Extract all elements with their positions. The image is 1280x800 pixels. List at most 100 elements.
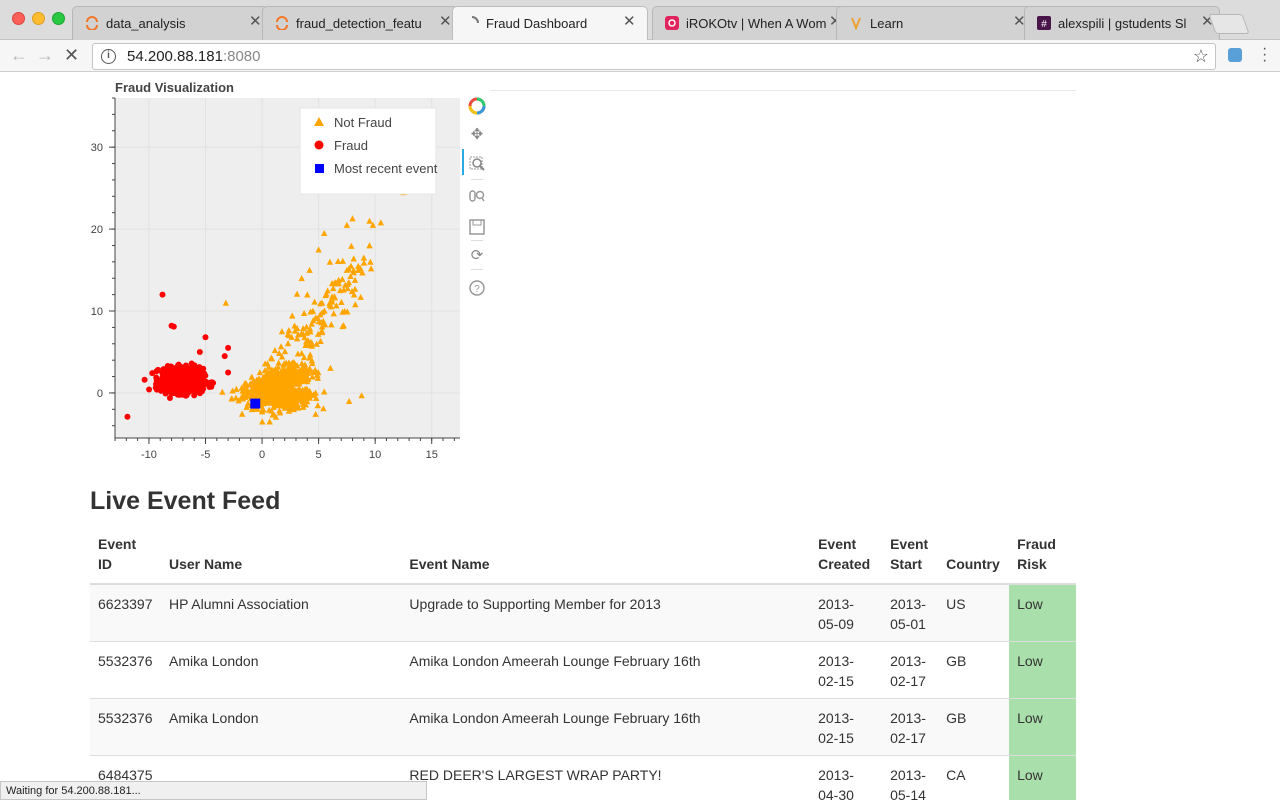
col-event-name[interactable]: Event Name: [401, 533, 811, 585]
country-cell: GB: [938, 640, 1010, 698]
browser-tab-data-analysis[interactable]: data_analysis ✕: [72, 6, 268, 40]
user-name-cell: Amika London: [160, 640, 402, 698]
event-name-cell: Upgrade to Supporting Member for 2013: [401, 583, 811, 641]
close-tab-icon[interactable]: ✕: [623, 14, 636, 30]
fraud-point: [161, 379, 168, 386]
table-row[interactable]: 6623397 HP Alumni Association Upgrade to…: [90, 583, 1076, 641]
table-row[interactable]: 5532376 Amika London Amika London Ameera…: [90, 697, 1076, 755]
user-name-cell: HP Alumni Association: [160, 583, 402, 641]
close-tab-icon[interactable]: ✕: [439, 14, 452, 30]
event-name-cell: Amika London Ameerah Lounge February 16t…: [401, 640, 811, 698]
extension-icon[interactable]: [1228, 48, 1242, 62]
event-created-cell: 2013-02-15: [810, 640, 883, 698]
col-country[interactable]: Country: [938, 533, 1010, 585]
event-created-cell: 2013-02-15: [810, 697, 883, 755]
url-text[interactable]: 54.200.88.181:8080: [127, 48, 260, 65]
stop-loading-icon[interactable]: ✕: [64, 45, 79, 65]
x-tick-label: 5: [316, 449, 322, 461]
col-event-start[interactable]: Event Start: [882, 533, 939, 585]
help-icon[interactable]: ?: [468, 279, 486, 297]
col-event-created[interactable]: Event Created: [810, 533, 883, 585]
fraud-point: [159, 374, 166, 381]
fraud-point: [153, 386, 160, 393]
x-tick-label: 0: [259, 449, 265, 461]
event-name-cell: RED DEER'S LARGEST WRAP PARTY!: [401, 754, 811, 800]
fraud-point: [124, 413, 131, 420]
active-tool-indicator: [462, 149, 464, 175]
y-tick-label: 20: [91, 224, 103, 236]
event-start-cell: 2013-02-17: [882, 640, 939, 698]
fraud-point: [186, 381, 193, 388]
fraud-point: [202, 334, 209, 341]
loading-spinner-icon: [471, 16, 479, 24]
y-tick-label: 10: [91, 306, 103, 318]
info-icon[interactable]: i: [101, 49, 116, 64]
legend-not-fraud-label: Not Fraud: [334, 115, 392, 130]
country-cell: GB: [938, 697, 1010, 755]
fraud-risk-cell: Low: [1009, 583, 1076, 641]
back-arrow-icon[interactable]: ←: [10, 45, 28, 65]
maximize-window-button[interactable]: [52, 12, 65, 25]
fraud-point: [154, 366, 161, 373]
most-recent-point: [250, 398, 261, 409]
legend-fraud-label: Fraud: [334, 138, 368, 153]
browser-menu-icon[interactable]: · · ·: [1262, 41, 1267, 69]
new-tab-button[interactable]: [1208, 14, 1250, 34]
page-content: Fraud Visualization -10 -5 0 5 10 15 0 10 20 30 N…: [0, 73, 1280, 800]
minimize-window-button[interactable]: [32, 12, 45, 25]
browser-tab-fraud-detection-feature[interactable]: fraud_detection_feature ✕: [262, 6, 458, 40]
svg-text:#: #: [1041, 19, 1047, 30]
fraud-point: [194, 376, 201, 383]
col-event-id[interactable]: Event ID: [90, 533, 161, 585]
x-tick-label: 15: [426, 449, 438, 461]
event-created-cell: 2013-05-09: [810, 583, 883, 641]
divider: [490, 90, 1076, 91]
close-window-button[interactable]: [12, 12, 25, 25]
fraud-point: [167, 376, 174, 383]
col-fraud-risk[interactable]: Fraud Risk: [1009, 533, 1076, 585]
legend-recent-label: Most recent event: [334, 161, 438, 176]
fraud-point: [174, 391, 181, 398]
y-tick-label: 0: [97, 388, 103, 400]
event-id-cell: 5532376: [90, 640, 161, 698]
fraud-point: [159, 291, 166, 298]
browser-tab-learn[interactable]: Learn ✕: [836, 6, 1032, 40]
pan-tool-icon[interactable]: ✥: [468, 126, 486, 144]
browser-tab-bar: data_analysis ✕ fraud_detection_feature …: [0, 0, 1280, 41]
fraud-point: [221, 353, 228, 360]
series-most-recent: [250, 398, 261, 409]
fraud-scatter-plot[interactable]: -10 -5 0 5 10 15 0 10 20 30 Not Fraud Fraud Most …: [80, 93, 465, 473]
event-id-cell: 6623397: [90, 583, 161, 641]
forward-arrow-icon[interactable]: →: [36, 45, 54, 65]
fraud-point: [191, 384, 198, 391]
fraud-point: [168, 385, 175, 392]
legend-recent-marker: [315, 164, 324, 173]
box-zoom-icon[interactable]: [468, 155, 486, 173]
save-icon[interactable]: [468, 218, 486, 236]
address-bar[interactable]: i 54.200.88.181:8080 ☆: [92, 43, 1216, 70]
reset-icon[interactable]: ⟳: [468, 247, 486, 265]
fraud-point: [225, 369, 232, 376]
event-id-cell: 5532376: [90, 697, 161, 755]
browser-tab-slack[interactable]: # alexspili | gstudents Sla ✕: [1024, 6, 1220, 40]
fraud-risk-cell: Low: [1009, 640, 1076, 698]
fraud-risk-cell: Low: [1009, 754, 1076, 800]
event-start-cell: 2013-02-17: [882, 697, 939, 755]
tab-label: data_analysis: [106, 16, 186, 31]
close-tab-icon[interactable]: ✕: [249, 14, 262, 30]
tab-label: Learn: [870, 16, 904, 31]
fraud-point: [160, 366, 167, 373]
wheel-zoom-icon[interactable]: [468, 187, 486, 205]
bookmark-star-icon[interactable]: ☆: [1193, 46, 1209, 67]
fraud-point: [196, 348, 203, 355]
col-user-name[interactable]: User Name: [160, 533, 402, 585]
browser-tab-fraud-dashboard[interactable]: Fraud Dashboard ✕: [452, 6, 648, 41]
fraud-point: [225, 344, 232, 351]
x-tick-label: 10: [369, 449, 381, 461]
table-row[interactable]: 5532376 Amika London Amika London Ameera…: [90, 640, 1076, 698]
browser-toolbar: ← → ✕ i 54.200.88.181:8080 ☆: [0, 40, 1280, 72]
bokeh-logo-icon[interactable]: [468, 97, 486, 115]
country-cell: US: [938, 583, 1010, 641]
browser-tab-irokotv[interactable]: iROKOtv | When A Wom ✕: [652, 6, 848, 40]
slack-icon: #: [1037, 16, 1051, 30]
